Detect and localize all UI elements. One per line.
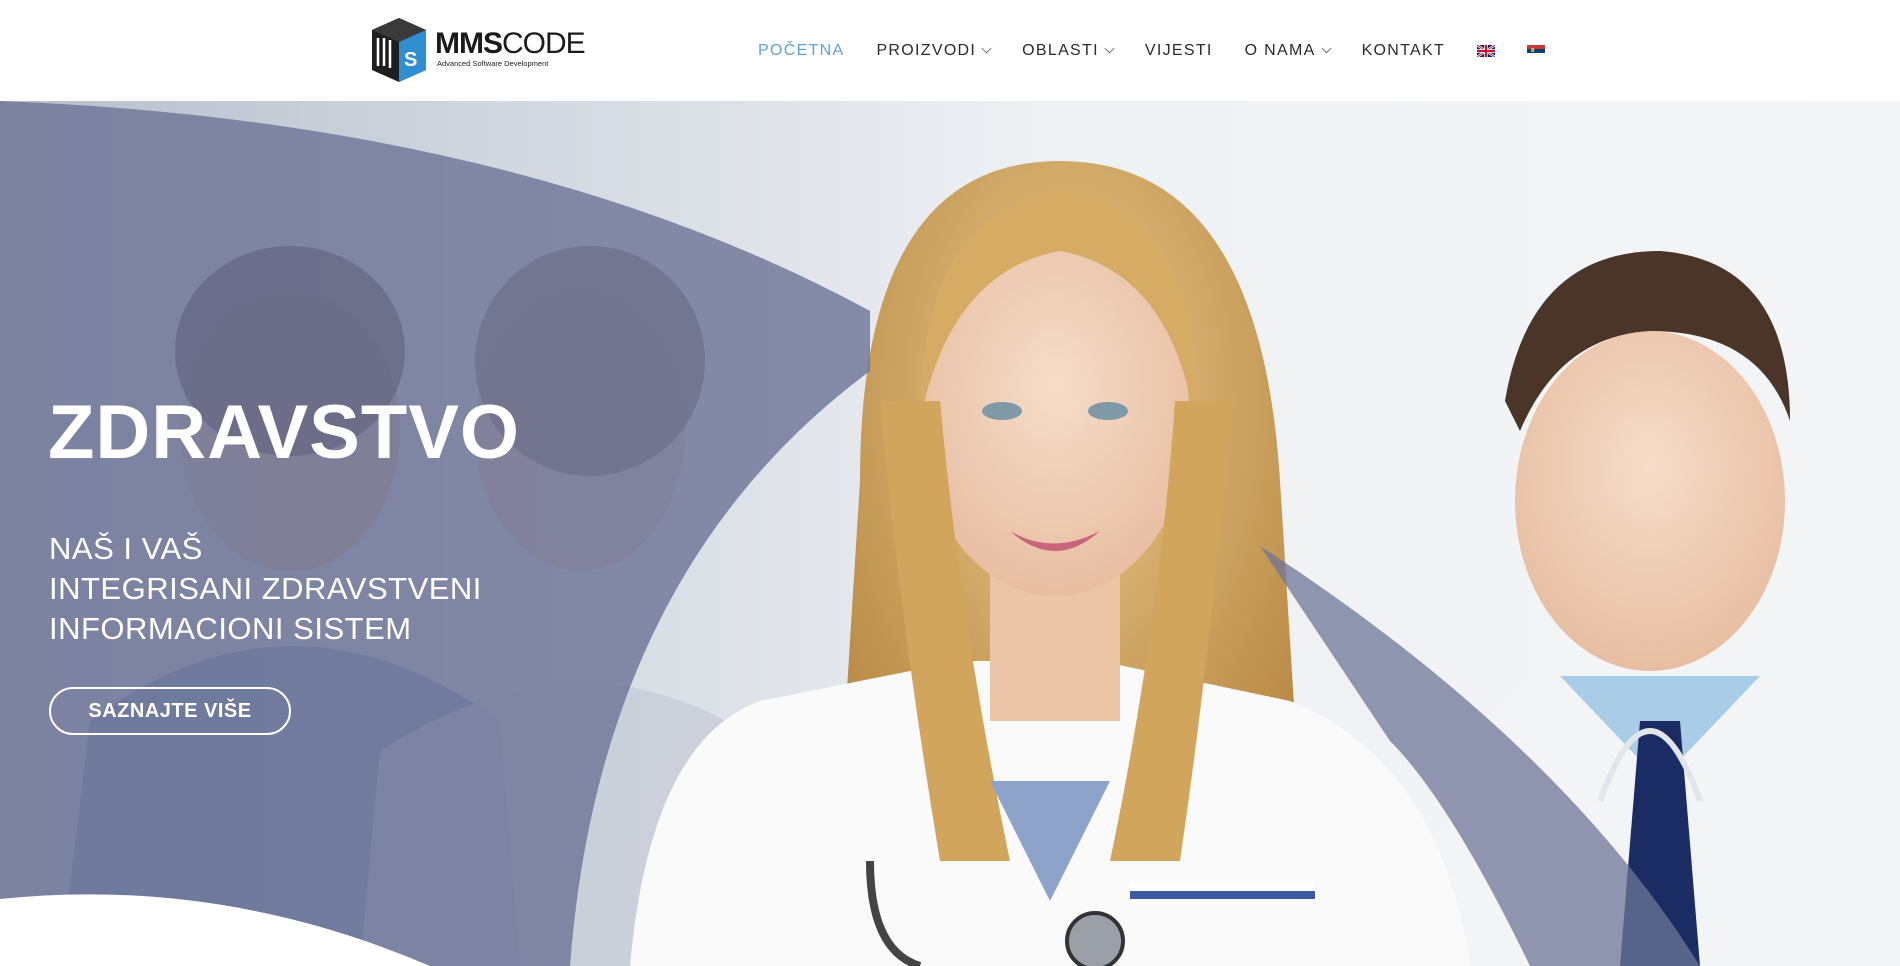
svg-text:S: S [404,49,417,71]
hero-section: ZDRAVSTVO NAŠ I VAŠ INTEGRISANI ZDRAVSTV… [0,101,1900,966]
chevron-down-icon [981,43,992,53]
logo-tagline: Advanced Software Development [437,59,549,68]
nav-item-kontakt[interactable]: KONTAKT [1362,42,1445,60]
uk-flag-icon[interactable] [1477,44,1496,57]
mmscode-logo-icon: S [372,18,426,82]
logo-wordmark: MMSCODE [435,27,586,60]
main-nav: POČETNA PROIZVODI OBLASTI VIJESTI O NAMA… [742,0,1561,101]
nav-item-oblasti[interactable]: OBLASTI [1022,42,1115,60]
site-header: S MMSCODE Advanced Software Development … [0,0,1900,101]
hero-title: ZDRAVSTVO [48,390,521,475]
nav-item-proizvodi[interactable]: PROIZVODI [876,42,992,60]
hero-subtitle: NAŠ I VAŠ INTEGRISANI ZDRAVSTVENI INFORM… [49,529,482,649]
serbian-flag-icon[interactable] [1527,44,1546,57]
hero-subtitle-line: INTEGRISANI ZDRAVSTVENI [49,571,482,606]
nav-item-pocetna[interactable]: POČETNA [758,42,844,60]
learn-more-button[interactable]: SAZNAJTE VIŠE [49,687,291,735]
chevron-down-icon [1321,43,1332,53]
hero-subtitle-line: NAŠ I VAŠ [49,531,203,566]
nav-item-o-nama[interactable]: O NAMA [1245,42,1332,60]
hero-subtitle-line: INFORMACIONI SISTEM [49,611,412,646]
mmscode-logo[interactable]: S MMSCODE Advanced Software Development [368,16,586,86]
chevron-down-icon [1104,43,1115,53]
nav-item-vijesti[interactable]: VIJESTI [1145,42,1213,60]
